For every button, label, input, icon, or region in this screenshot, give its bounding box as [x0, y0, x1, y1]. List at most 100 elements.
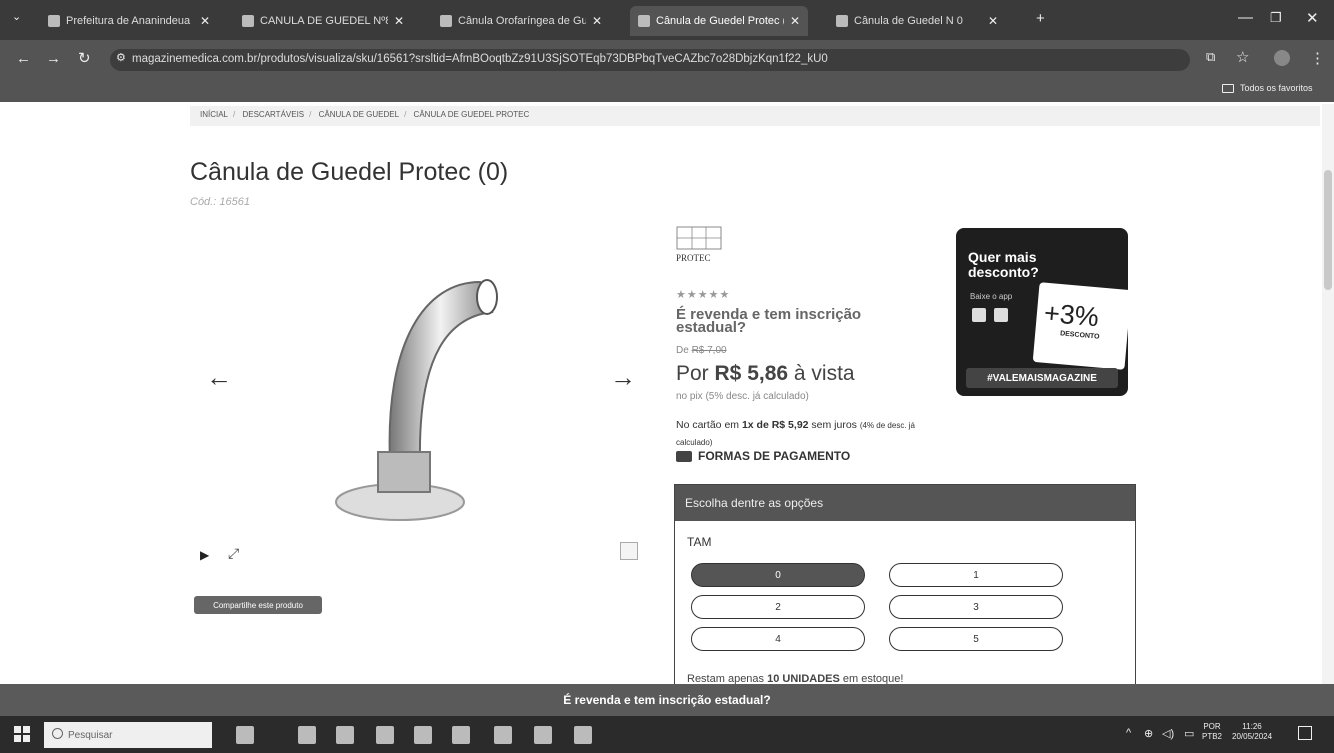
chrome-icon[interactable]: [414, 726, 432, 744]
tab-favicon-icon: [836, 15, 848, 27]
tab-title: Cânula Orofaríngea de Guedel: [458, 15, 586, 27]
forward-icon[interactable]: →: [46, 50, 61, 67]
reseller-question: É revenda e tem inscrição estadual?: [676, 306, 862, 336]
price-line: Por R$ 5,86 à vista: [676, 362, 855, 386]
tab-title: Cânula de Guedel Protec (0): [656, 15, 784, 27]
size-option-0[interactable]: 0: [691, 563, 865, 587]
scrollbar-thumb[interactable]: [1324, 170, 1332, 290]
taskbar-search[interactable]: Pesquisar: [44, 722, 212, 748]
breadcrumb-home[interactable]: INÍCIAL: [200, 110, 228, 119]
share-button[interactable]: Compartilhe este produto: [194, 596, 322, 614]
excel-icon[interactable]: [534, 726, 552, 744]
size-option-3[interactable]: 3: [889, 595, 1063, 619]
old-price-prefix: De: [676, 345, 692, 356]
minimize-button[interactable]: —: [1238, 9, 1253, 26]
tab-search-icon[interactable]: ⌄: [12, 10, 21, 23]
clock-date: 20/05/2024: [1232, 732, 1273, 741]
volume-icon[interactable]: ◁): [1162, 727, 1174, 740]
gallery-next-arrow-icon[interactable]: →: [610, 362, 636, 393]
install-app-icon[interactable]: ⧉: [1206, 49, 1215, 65]
reload-icon[interactable]: ↻: [78, 49, 91, 67]
size-option-2[interactable]: 2: [691, 595, 865, 619]
payment-forms-link[interactable]: FORMAS DE PAGAMENTO: [676, 449, 850, 463]
url-text: magazinemedica.com.br/produtos/visualiza…: [132, 53, 828, 65]
lang-code: POR: [1203, 722, 1221, 731]
tab-prefeitura[interactable]: Prefeitura de Ananindeua ✕: [40, 6, 218, 36]
tab-close-icon[interactable]: ✕: [200, 14, 210, 28]
product-code: Cód.: 16561: [190, 196, 250, 208]
card-text-1: No cartão em: [676, 419, 742, 431]
card-installment-value: 1x de R$ 5,92: [741, 419, 809, 431]
app-discount-banner[interactable]: Quer mais desconto? Baixe o app +3% DESCO…: [956, 228, 1128, 396]
back-icon[interactable]: ←: [16, 50, 31, 67]
tab-close-icon[interactable]: ✕: [988, 14, 998, 28]
pix-note: no pix (5% desc. já calculado): [676, 391, 809, 402]
price-prefix: Por: [676, 362, 715, 385]
tab-canula-guedel-n8[interactable]: CANULA DE GUEDEL Nº8-Tam ✕: [234, 6, 412, 36]
news-widget-icon[interactable]: [236, 726, 254, 744]
tray-chevron-icon[interactable]: ^: [1126, 727, 1131, 739]
price-value: R$ 5,86: [714, 362, 789, 385]
size-option-4[interactable]: 4: [691, 627, 865, 651]
browser-tab-bar: ⌄ Prefeitura de Ananindeua ✕ CANULA DE G…: [0, 0, 1334, 40]
site-info-icon[interactable]: ⚙: [116, 51, 126, 64]
tab-close-icon[interactable]: ✕: [790, 14, 800, 28]
close-window-button[interactable]: ✕: [1306, 9, 1319, 27]
profile-avatar[interactable]: [1274, 50, 1290, 66]
play-icon[interactable]: ▶: [200, 548, 209, 562]
promo-percent: +3%: [1042, 297, 1101, 333]
size-option-5[interactable]: 5: [889, 627, 1063, 651]
card-installments: No cartão em 1x de R$ 5,92 sem juros (4%…: [676, 417, 946, 451]
product-image: [335, 279, 498, 521]
file-explorer-icon[interactable]: [336, 726, 354, 744]
app-store-icon: [972, 308, 986, 322]
product-title: Cânula de Guedel Protec (0): [190, 158, 509, 186]
thumbnail-icon[interactable]: [620, 542, 638, 560]
restore-button[interactable]: ❐: [1270, 10, 1282, 26]
credit-card-icon: [676, 450, 692, 462]
search-icon: [52, 728, 63, 739]
play-store-icon: [994, 308, 1008, 322]
gallery-prev-arrow-icon[interactable]: ←: [206, 362, 232, 393]
input-language[interactable]: POR PTB2: [1202, 722, 1222, 742]
lang-layout: PTB2: [1202, 732, 1223, 741]
clock-time: 11:26: [1242, 722, 1262, 731]
breadcrumb-canula[interactable]: CÂNULA DE GUEDEL: [319, 110, 399, 119]
battery-icon[interactable]: ▭: [1184, 727, 1194, 740]
size-option-1[interactable]: 1: [889, 563, 1063, 587]
brand-logo: PROTEC: [676, 226, 722, 263]
tab-canula-guedel-protec[interactable]: Cânula de Guedel Protec (0) ✕: [630, 6, 809, 36]
options-panel: Escolha dentre as opções TAM 0 1 2 3 4 5…: [674, 484, 1136, 685]
tab-close-icon[interactable]: ✕: [592, 14, 602, 28]
taskbar-search-placeholder: Pesquisar: [68, 729, 113, 741]
tab-favicon-icon: [440, 15, 452, 27]
menu-kebab-icon[interactable]: ⋮: [1310, 49, 1325, 67]
old-price-value: R$ 7,00: [691, 345, 727, 356]
system-clock[interactable]: 11:26 20/05/2024: [1232, 722, 1272, 742]
promo-headline: Quer mais desconto?: [968, 250, 1039, 280]
calculator-icon[interactable]: [494, 726, 512, 744]
spotify-icon[interactable]: [452, 726, 470, 744]
reseller-sticky-bar[interactable]: É revenda e tem inscrição estadual?: [0, 684, 1334, 716]
tab-close-icon[interactable]: ✕: [394, 14, 404, 28]
notifications-icon[interactable]: [1298, 726, 1312, 740]
edge-icon[interactable]: [376, 726, 394, 744]
task-view-icon[interactable]: [298, 726, 316, 744]
windows-start-icon[interactable]: [14, 726, 30, 742]
promo-line2: desconto?: [968, 264, 1039, 280]
bookmarks-bar: Todos os favoritos: [0, 78, 1334, 102]
breadcrumb-descartaveis[interactable]: DESCARTÁVEIS: [242, 110, 304, 119]
all-bookmarks-link[interactable]: Todos os favoritos: [1240, 83, 1313, 93]
bookmark-star-icon[interactable]: ☆: [1236, 48, 1249, 66]
breadcrumb: INÍCIAL / DESCARTÁVEIS / CÂNULA DE GUEDEL /…: [190, 106, 1320, 126]
card-text-2: sem juros: [808, 419, 860, 431]
tab-favicon-icon: [48, 15, 60, 27]
size-label: TAM: [687, 535, 712, 549]
network-icon[interactable]: ⊕: [1144, 727, 1153, 740]
tab-title: Cânula de Guedel N 0: [854, 15, 963, 27]
word-icon[interactable]: [574, 726, 592, 744]
fullscreen-icon[interactable]: ⤢: [228, 545, 239, 562]
tab-canula-guedel-n0[interactable]: Cânula de Guedel N 0 ✕: [828, 6, 1006, 36]
tab-canula-orofaringea[interactable]: Cânula Orofaríngea de Guedel ✕: [432, 6, 610, 36]
new-tab-button[interactable]: +: [1036, 10, 1045, 27]
